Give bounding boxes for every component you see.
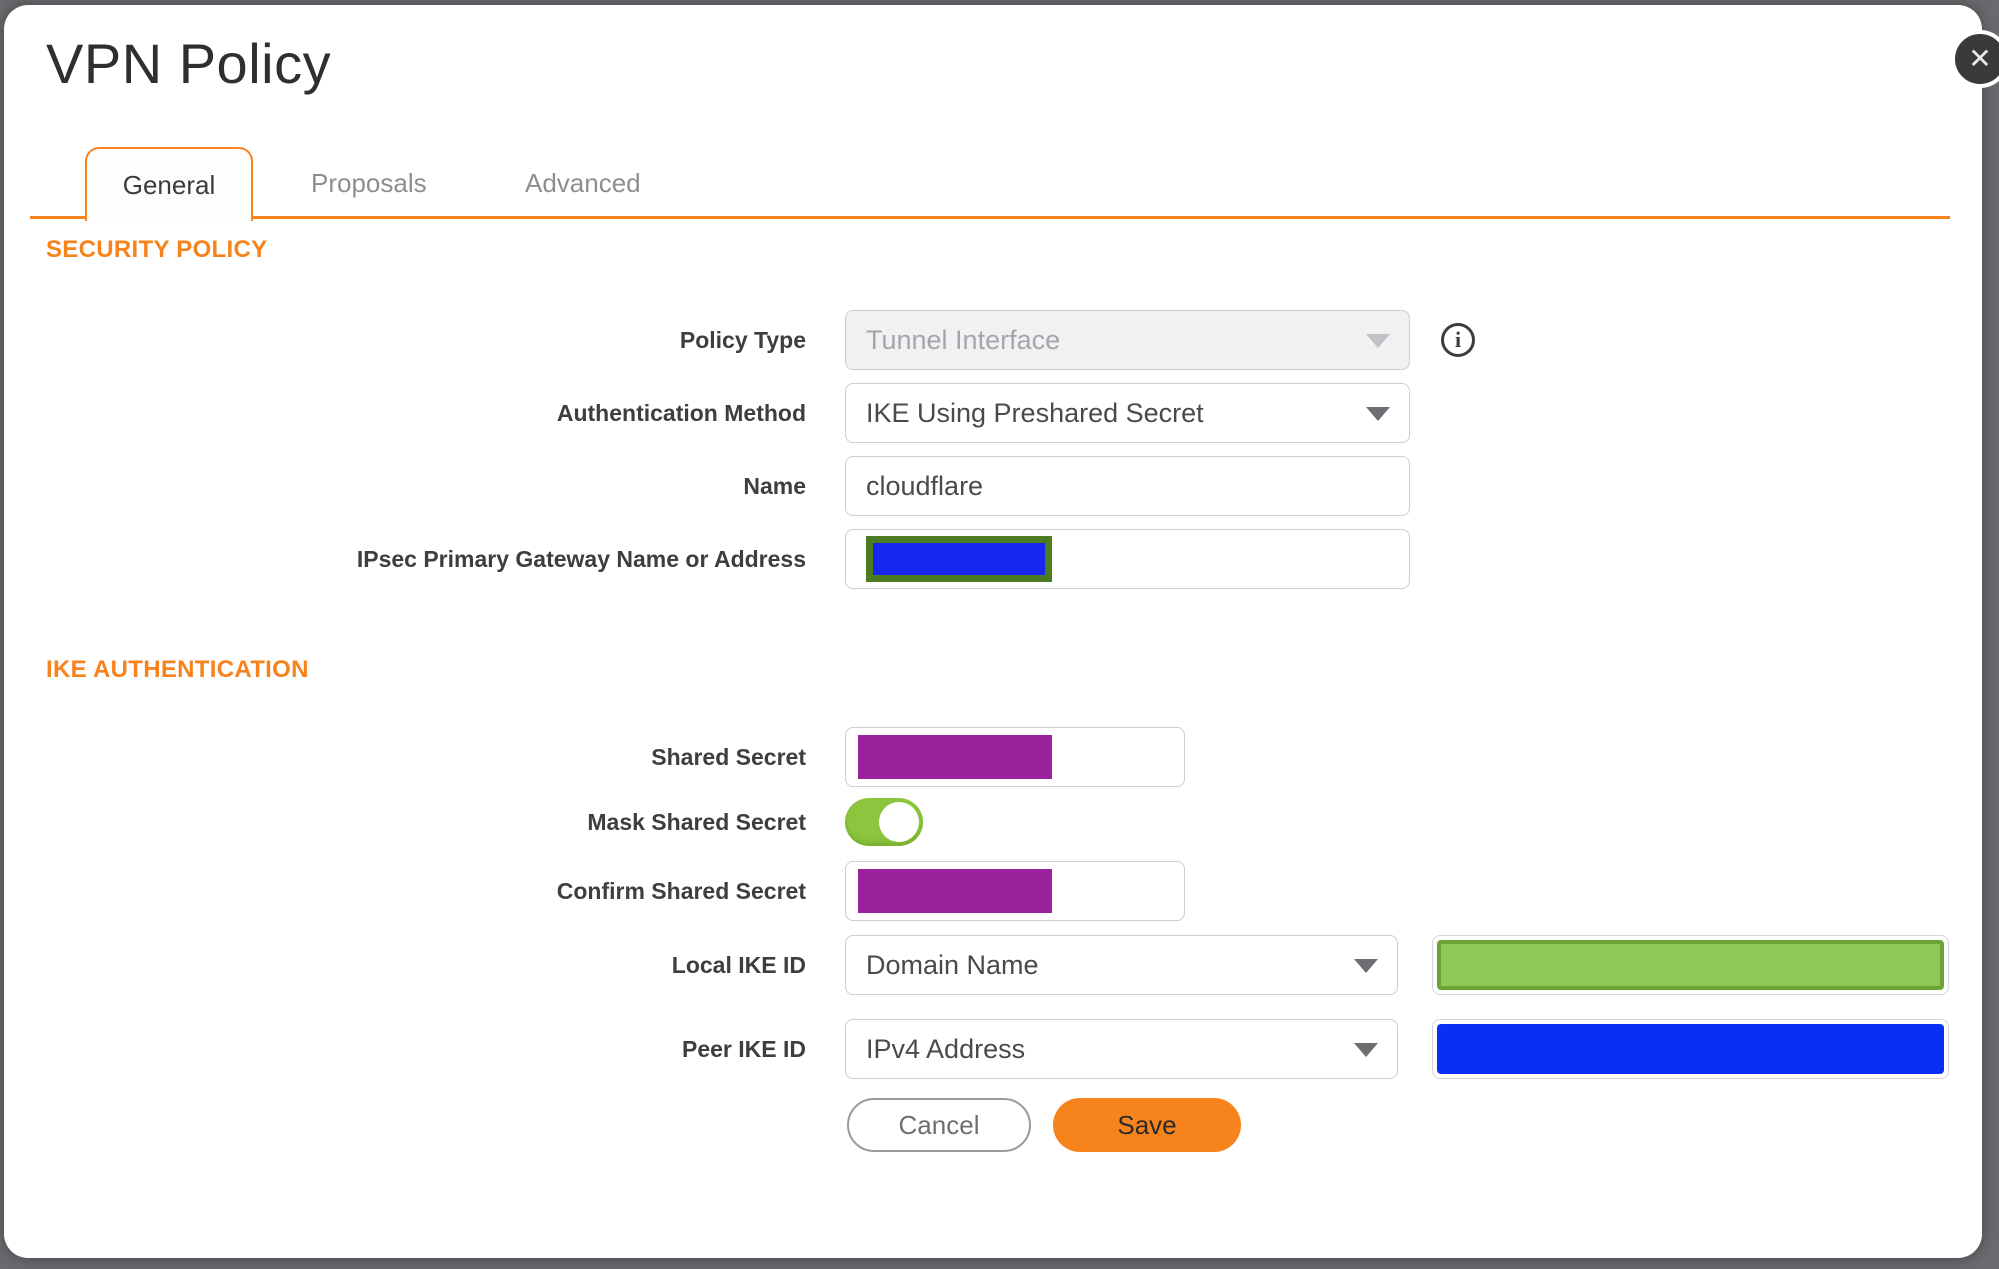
chevron-down-icon <box>1366 407 1390 421</box>
authentication-method-value: IKE Using Preshared Secret <box>866 397 1204 428</box>
row-authentication-method: Authentication Method IKE Using Preshare… <box>4 383 1982 443</box>
gateway-label: IPsec Primary Gateway Name or Address <box>356 545 806 572</box>
row-policy-type: Policy Type Tunnel Interface <box>4 310 1982 370</box>
peer-ike-id-label: Peer IKE ID <box>682 1035 806 1062</box>
chevron-down-icon <box>1354 959 1378 973</box>
row-peer-ike-id: Peer IKE ID IPv4 Address <box>4 1019 1982 1079</box>
policy-type-label: Policy Type <box>679 326 806 353</box>
gateway-input[interactable] <box>845 529 1410 589</box>
row-gateway: IPsec Primary Gateway Name or Address <box>4 529 1982 589</box>
tab-general-label: General <box>122 169 216 200</box>
confirm-shared-secret-redacted-value <box>858 869 1052 913</box>
mask-shared-secret-toggle[interactable] <box>845 798 923 846</box>
policy-type-select: Tunnel Interface <box>845 310 1410 370</box>
peer-ike-id-select[interactable]: IPv4 Address <box>845 1019 1398 1079</box>
toggle-knob <box>879 802 919 842</box>
tab-general[interactable]: General <box>85 147 253 221</box>
chevron-down-icon <box>1366 334 1390 348</box>
dialog-actions: Cancel Save <box>4 1098 1982 1152</box>
peer-ike-id-value: IPv4 Address <box>866 1033 1026 1064</box>
policy-type-value: Tunnel Interface <box>866 324 1061 355</box>
tab-bar: General Proposals Advanced <box>4 5 1982 221</box>
save-button[interactable]: Save <box>1053 1098 1241 1152</box>
chevron-down-icon <box>1354 1043 1378 1057</box>
local-ike-id-select[interactable]: Domain Name <box>845 935 1398 995</box>
shared-secret-label: Shared Secret <box>651 743 806 770</box>
tab-advanced[interactable]: Advanced <box>525 168 641 199</box>
section-heading-ike-authentication: IKE AUTHENTICATION <box>46 656 309 683</box>
shared-secret-input[interactable] <box>845 727 1185 787</box>
cancel-button[interactable]: Cancel <box>847 1098 1031 1152</box>
local-ike-id-value: Domain Name <box>866 949 1039 980</box>
confirm-shared-secret-input[interactable] <box>845 861 1185 921</box>
row-confirm-shared-secret: Confirm Shared Secret <box>4 861 1982 921</box>
name-value: cloudflare <box>866 470 984 501</box>
confirm-shared-secret-label: Confirm Shared Secret <box>556 877 806 904</box>
authentication-method-label: Authentication Method <box>556 399 806 426</box>
local-ike-id-value-input[interactable] <box>1432 935 1949 995</box>
section-heading-security-policy: SECURITY POLICY <box>46 236 268 263</box>
vpn-policy-dialog: VPN Policy General Proposals Advanced SE… <box>4 5 1982 1258</box>
tab-proposals[interactable]: Proposals <box>311 168 427 199</box>
info-icon[interactable]: i <box>1441 323 1475 357</box>
peer-ike-id-value-input[interactable] <box>1432 1019 1949 1079</box>
page-background: { "window": { "title": "VPN Policy" }, "… <box>0 0 1999 1269</box>
local-ike-id-label: Local IKE ID <box>671 951 806 978</box>
row-name: Name cloudflare <box>4 456 1982 516</box>
row-mask-shared-secret: Mask Shared Secret <box>4 797 1982 847</box>
name-label: Name <box>743 472 806 499</box>
peer-ike-id-redacted-value <box>1437 1024 1944 1074</box>
close-icon: ✕ <box>1968 43 1992 74</box>
authentication-method-select[interactable]: IKE Using Preshared Secret <box>845 383 1410 443</box>
name-input[interactable]: cloudflare <box>845 456 1410 516</box>
local-ike-id-redacted-value <box>1437 940 1944 990</box>
mask-shared-secret-label: Mask Shared Secret <box>587 808 806 835</box>
gateway-redacted-value <box>866 536 1052 582</box>
tab-underline <box>30 216 1950 219</box>
row-shared-secret: Shared Secret <box>4 727 1982 787</box>
shared-secret-redacted-value <box>858 735 1052 779</box>
row-local-ike-id: Local IKE ID Domain Name <box>4 935 1982 995</box>
